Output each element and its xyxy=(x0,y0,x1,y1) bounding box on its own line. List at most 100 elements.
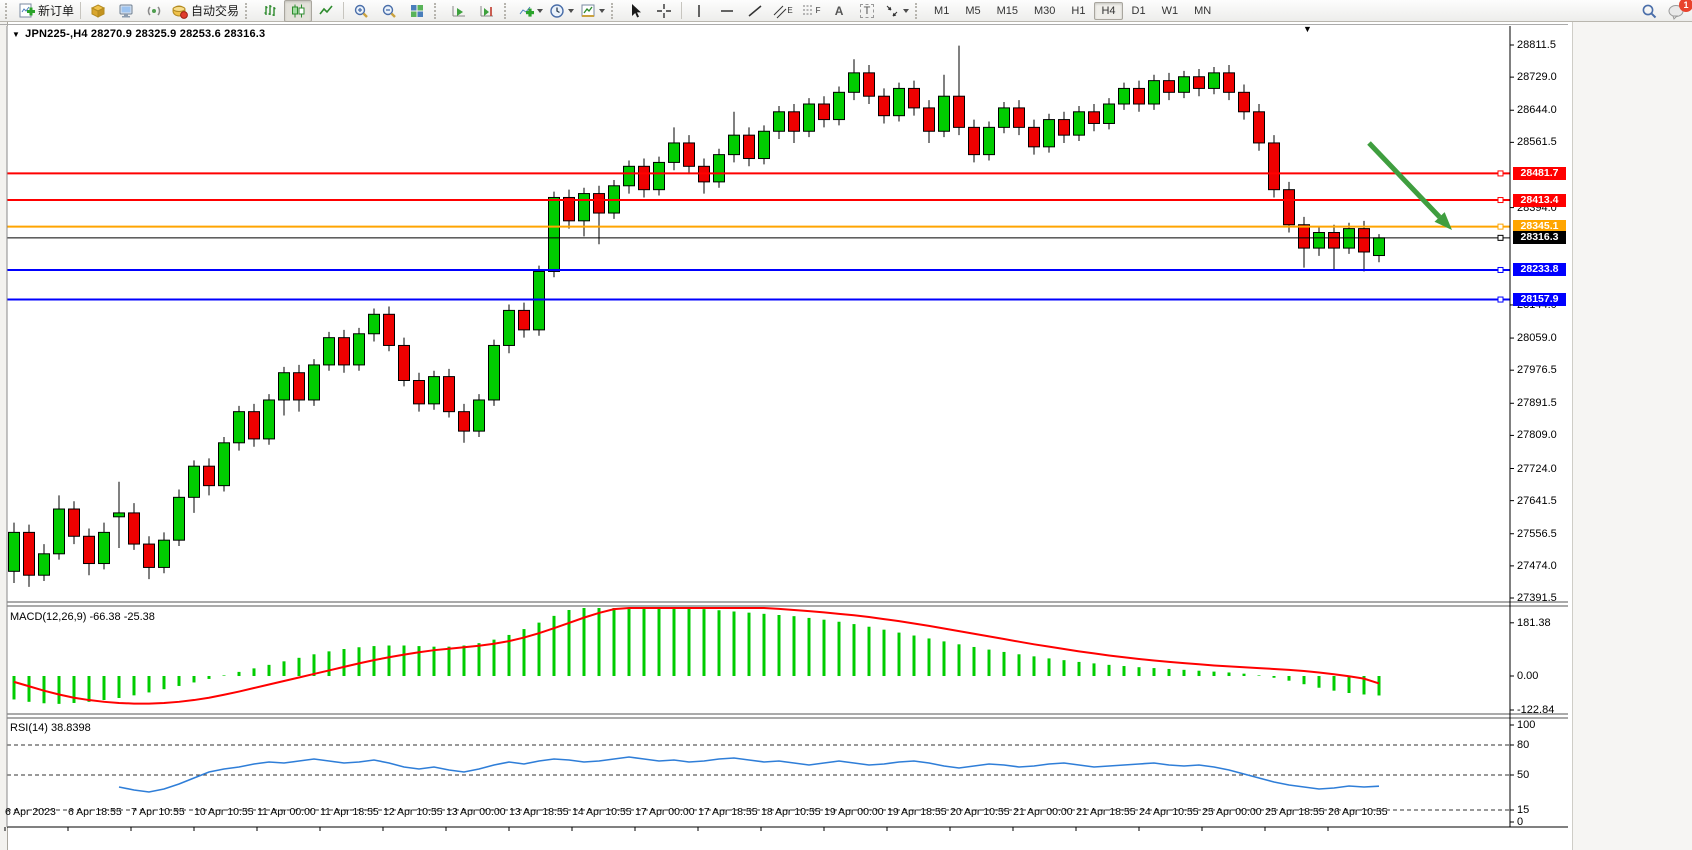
candle-body xyxy=(1359,229,1370,252)
toolbar-grip[interactable] xyxy=(245,3,252,19)
candle-body xyxy=(1239,92,1250,111)
candle-body xyxy=(459,412,470,431)
text-button[interactable]: A xyxy=(825,0,853,22)
candle-body xyxy=(744,135,755,158)
candle-body xyxy=(1194,77,1205,89)
fibonacci-glyph: F xyxy=(816,6,821,15)
market-box-icon xyxy=(90,3,106,19)
timeframe-h1[interactable]: H1 xyxy=(1064,2,1092,20)
new-order-label: 新订单 xyxy=(38,2,74,19)
chart-bars-button[interactable] xyxy=(256,0,284,22)
candle-body xyxy=(174,497,185,540)
candle-body xyxy=(819,104,830,120)
candle-body xyxy=(1149,81,1160,104)
candle-body xyxy=(684,143,695,166)
timeframe-toolbar: M1M5M15M30H1H4D1W1MN xyxy=(926,2,1219,20)
timeframe-m15[interactable]: M15 xyxy=(990,2,1025,20)
candle-body xyxy=(339,338,350,365)
candle-body xyxy=(69,509,80,536)
timeframe-h4[interactable]: H4 xyxy=(1094,2,1122,20)
signals-button[interactable] xyxy=(140,0,168,22)
toolbar-right-group: 1 xyxy=(1641,0,1686,22)
trendline-button[interactable] xyxy=(741,0,769,22)
zoom-out-icon xyxy=(381,3,397,19)
candle-body xyxy=(999,108,1010,127)
candle-body xyxy=(99,532,110,563)
candle-body xyxy=(1209,73,1220,89)
new-order-button[interactable]: 新订单 xyxy=(16,0,77,22)
candle-body xyxy=(1029,127,1040,146)
autotrading-label: 自动交易 xyxy=(191,2,239,19)
search-icon[interactable] xyxy=(1641,3,1658,20)
indicators-button[interactable] xyxy=(515,0,546,22)
new-order-icon xyxy=(19,3,35,19)
horizontal-line-button[interactable] xyxy=(713,0,741,22)
notifications-icon[interactable]: 1 xyxy=(1668,3,1686,20)
candle-body xyxy=(969,127,980,154)
candle-body xyxy=(234,412,245,443)
candle-body xyxy=(954,96,965,127)
auto-scroll-button[interactable] xyxy=(445,0,473,22)
timeframe-mn[interactable]: MN xyxy=(1187,2,1218,20)
zoom-in-icon xyxy=(353,3,369,19)
indicators-icon xyxy=(518,3,534,19)
autotrading-icon xyxy=(171,3,188,19)
candle-body xyxy=(594,194,605,213)
candle-body xyxy=(579,194,590,221)
chart-line-button[interactable] xyxy=(312,0,340,22)
virtual-hosting-button[interactable] xyxy=(112,0,140,22)
auto-scroll-icon xyxy=(451,3,467,19)
candle-body xyxy=(1104,104,1115,123)
toolbar-separator xyxy=(681,2,682,19)
chart-shift-button[interactable] xyxy=(473,0,501,22)
candle-body xyxy=(924,108,935,131)
candle-body xyxy=(834,92,845,119)
timeframe-m1[interactable]: M1 xyxy=(927,2,956,20)
toolbar-grip[interactable] xyxy=(434,3,441,19)
arrows-button[interactable] xyxy=(881,0,912,22)
equidistant-channel-button[interactable]: E xyxy=(769,0,797,22)
crosshair-button[interactable] xyxy=(650,0,678,22)
templates-button[interactable] xyxy=(577,0,608,22)
candle-body xyxy=(804,104,815,131)
market-button[interactable] xyxy=(84,0,112,22)
candle-body xyxy=(939,96,950,131)
candle-body xyxy=(759,131,770,158)
toolbar-separator xyxy=(80,2,81,19)
zoom-out-button[interactable] xyxy=(375,0,403,22)
candle-body xyxy=(1044,120,1055,147)
zoom-in-button[interactable] xyxy=(347,0,375,22)
line-anchor-handle xyxy=(1498,267,1503,272)
bar-chart-icon xyxy=(262,3,278,19)
candle-body xyxy=(144,544,155,567)
timeframe-m30[interactable]: M30 xyxy=(1027,2,1062,20)
dropdown-arrow-icon xyxy=(568,9,574,13)
horizontal-line-icon xyxy=(719,3,735,19)
text-label-button[interactable]: T xyxy=(853,0,881,22)
timeframe-m5[interactable]: M5 xyxy=(958,2,987,20)
candle-body xyxy=(489,345,500,400)
autotrading-button[interactable]: 自动交易 xyxy=(168,0,242,22)
periods-button[interactable] xyxy=(546,0,577,22)
timeframe-w1[interactable]: W1 xyxy=(1155,2,1186,20)
candle-body xyxy=(549,197,560,271)
toolbar-grip[interactable] xyxy=(504,3,511,19)
channel-icon xyxy=(773,3,787,19)
timeframe-d1[interactable]: D1 xyxy=(1125,2,1153,20)
candle-body xyxy=(114,513,125,517)
tile-windows-button[interactable] xyxy=(403,0,431,22)
monitor-icon xyxy=(118,3,134,19)
toolbar-grip[interactable] xyxy=(915,3,922,19)
text-tool-glyph: A xyxy=(835,4,844,18)
vertical-line-button[interactable] xyxy=(685,0,713,22)
fibonacci-button[interactable]: F xyxy=(797,0,825,22)
cursor-button[interactable] xyxy=(622,0,650,22)
chart-canvas[interactable] xyxy=(0,22,1692,850)
toolbar-grip[interactable] xyxy=(611,3,618,19)
candle-body xyxy=(204,466,215,485)
chart-candles-button[interactable] xyxy=(284,0,312,22)
toolbar-grip[interactable] xyxy=(5,3,12,19)
candle-body xyxy=(1254,112,1265,143)
candle-body xyxy=(1329,233,1340,249)
fibonacci-icon xyxy=(802,3,816,19)
